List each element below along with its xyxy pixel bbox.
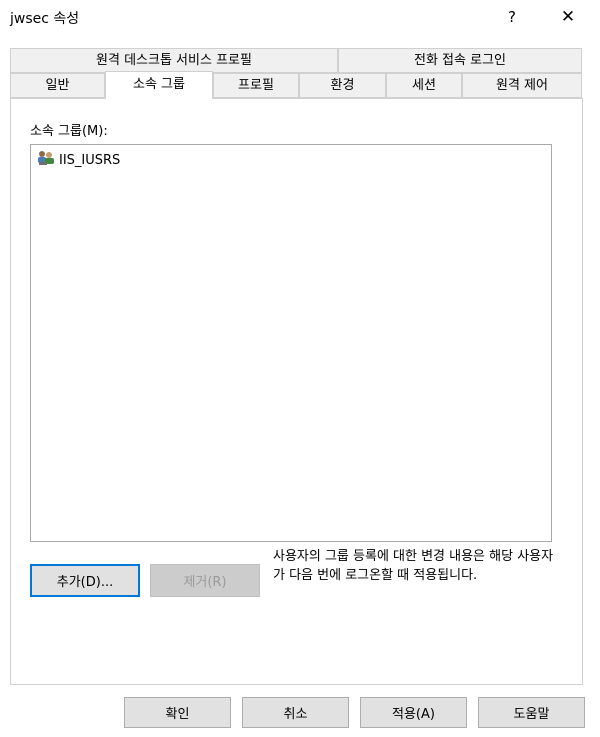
remove-button[interactable]: 제거(R) (150, 564, 260, 597)
ok-button[interactable]: 확인 (124, 697, 231, 728)
help-icon[interactable]: ? (500, 3, 524, 31)
tab-strip: 원격 데스크톱 서비스 프로필 전화 접속 로그인 일반 소속 그룹 프로필 환… (10, 48, 582, 99)
list-item[interactable]: IIS_IUSRS (37, 150, 120, 170)
help-button[interactable]: 도움말 (478, 697, 585, 728)
tab-profile[interactable]: 프로필 (213, 73, 299, 98)
tab-member-of[interactable]: 소속 그룹 (105, 71, 213, 99)
cancel-button[interactable]: 취소 (242, 697, 349, 728)
membership-change-note: 사용자의 그룹 등록에 대한 변경 내용은 해당 사용자가 다음 번에 로그온할… (273, 549, 554, 583)
add-button[interactable]: 추가(D)... (30, 564, 140, 597)
member-of-listbox[interactable]: IIS_IUSRS (30, 144, 552, 542)
properties-dialog: jwsec 속성 ? ✕ 원격 데스크톱 서비스 프로필 전화 접속 로그인 일… (0, 0, 600, 737)
list-item-label: IIS_IUSRS (59, 152, 121, 168)
close-icon[interactable]: ✕ (554, 3, 582, 31)
apply-button[interactable]: 적용(A) (360, 697, 467, 728)
group-icon (37, 150, 55, 170)
tab-remote-control[interactable]: 원격 제어 (462, 73, 582, 98)
tab-general[interactable]: 일반 (10, 73, 105, 98)
member-of-label: 소속 그룹(M): (30, 124, 108, 139)
tab-environment[interactable]: 환경 (299, 73, 386, 98)
tab-remote-desktop-profile[interactable]: 원격 데스크톱 서비스 프로필 (10, 48, 338, 73)
tab-sessions[interactable]: 세션 (386, 73, 462, 98)
window-title: jwsec 속성 (10, 11, 80, 27)
tab-dial-in[interactable]: 전화 접속 로그인 (338, 48, 582, 73)
